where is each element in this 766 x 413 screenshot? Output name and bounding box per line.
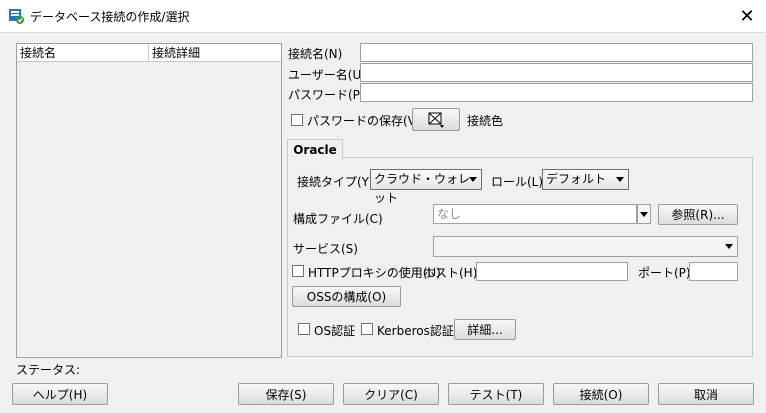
role-value: デフォルト xyxy=(546,172,607,186)
color-picker-icon xyxy=(428,112,444,128)
password-label: パスワード(P) xyxy=(288,88,365,102)
column-header-connection-details[interactable]: 接続詳細 xyxy=(149,44,281,62)
cancel-button[interactable]: 取消 xyxy=(658,383,754,405)
browse-button[interactable]: 参照(R)... xyxy=(658,204,738,225)
save-password-label: パスワードの保存(V) xyxy=(307,114,421,128)
username-label: ユーザー名(U) xyxy=(288,68,366,82)
help-button[interactable]: ヘルプ(H) xyxy=(12,383,108,405)
window-title: データベース接続の作成/選択 xyxy=(30,10,190,24)
port-input[interactable] xyxy=(689,262,738,281)
close-icon[interactable]: ✕ xyxy=(730,2,764,30)
password-input[interactable] xyxy=(360,83,753,102)
test-button[interactable]: テスト(T) xyxy=(448,383,544,405)
os-auth-checkbox[interactable] xyxy=(298,323,310,335)
host-input[interactable] xyxy=(476,262,628,281)
tab-oracle[interactable]: Oracle xyxy=(287,139,343,159)
chevron-down-icon xyxy=(725,244,733,249)
connection-name-label: 接続名(N) xyxy=(288,47,343,61)
service-label: サービス(S) xyxy=(293,242,358,256)
details-button[interactable]: 詳細... xyxy=(454,319,516,340)
connect-button[interactable]: 接続(O) xyxy=(553,383,649,405)
chevron-down-icon xyxy=(640,212,648,217)
chevron-down-icon xyxy=(469,177,477,182)
title-bar: データベース接続の作成/選択 ✕ xyxy=(0,0,766,33)
connection-color-label: 接続色 xyxy=(467,114,504,128)
port-label: ポート(P) xyxy=(638,266,691,280)
save-password-checkbox[interactable] xyxy=(291,114,303,126)
status-label: ステータス: xyxy=(16,363,81,377)
connection-color-button[interactable] xyxy=(412,108,460,131)
username-input[interactable] xyxy=(360,63,753,82)
connection-type-select[interactable]: クラウド・ウォレット xyxy=(370,169,482,205)
kerberos-checkbox[interactable] xyxy=(361,323,373,335)
connection-name-input[interactable] xyxy=(360,43,753,62)
http-proxy-checkbox[interactable] xyxy=(292,265,304,277)
config-file-label: 構成ファイル(C) xyxy=(293,212,383,226)
role-select[interactable]: デフォルト xyxy=(542,169,629,190)
connection-list[interactable]: 接続名 接続詳細 xyxy=(16,43,282,358)
save-button[interactable]: 保存(S) xyxy=(238,383,334,405)
chevron-down-icon xyxy=(616,177,624,182)
config-file-placeholder: なし xyxy=(437,207,462,221)
host-label: ホスト(H) xyxy=(423,266,478,280)
clear-button[interactable]: クリア(C) xyxy=(343,383,439,405)
kerberos-label: Kerberos認証 xyxy=(377,324,454,338)
http-proxy-label: HTTPプロキシの使用(U) xyxy=(308,266,441,280)
column-header-connection-name[interactable]: 接続名 xyxy=(17,44,149,62)
database-connection-icon xyxy=(9,9,24,24)
os-auth-label: OS認証 xyxy=(314,324,356,338)
oss-config-button[interactable]: OSSの構成(O) xyxy=(292,286,401,307)
config-file-input[interactable]: なし xyxy=(433,204,637,224)
connection-type-label: 接続タイプ(Y) xyxy=(297,175,374,189)
role-label: ロール(L) xyxy=(491,175,544,189)
service-select[interactable] xyxy=(433,236,738,257)
config-file-dropdown[interactable] xyxy=(637,204,651,224)
